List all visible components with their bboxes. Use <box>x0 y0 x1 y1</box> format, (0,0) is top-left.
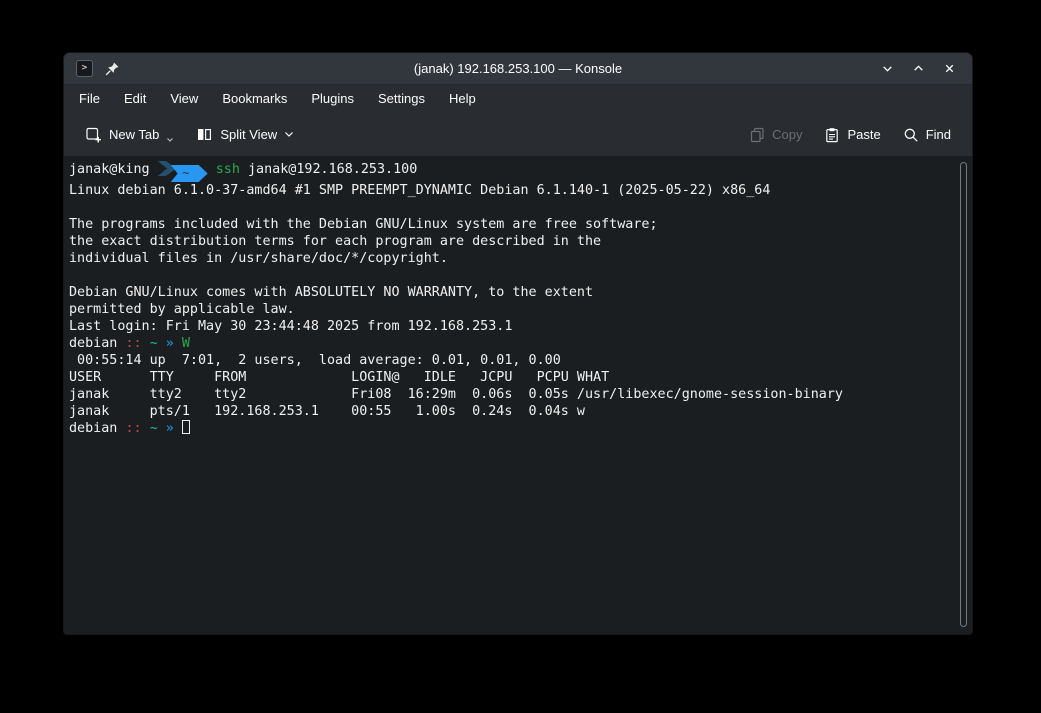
terminal-line: 00:55:14 up 7:01, 2 users, load average:… <box>69 352 954 369</box>
split-view-button[interactable]: Split View <box>189 120 301 149</box>
powerline-segment: ~ <box>171 165 208 182</box>
minimize-button[interactable] <box>876 58 898 80</box>
chevron-down-icon <box>166 137 174 143</box>
chevron-down-icon <box>284 131 294 138</box>
new-tab-label: New Tab <box>109 127 159 142</box>
menu-plugins[interactable]: Plugins <box>299 85 366 113</box>
terminal-line: Last login: Fri May 30 23:44:48 2025 fro… <box>69 318 954 335</box>
terminal-line: Linux debian 6.1.0-37-amd64 #1 SMP PREEM… <box>69 182 954 199</box>
terminal-line: the exact distribution terms for each pr… <box>69 233 954 250</box>
scrollbar-thumb[interactable] <box>960 162 967 627</box>
search-icon <box>903 127 919 143</box>
scrollbar[interactable] <box>959 160 969 629</box>
terminal-line: USER TTY FROM LOGIN@ IDLE JCPU PCPU WHAT <box>69 369 954 386</box>
terminal-line: individual files in /usr/share/doc/*/cop… <box>69 250 954 267</box>
terminal-line: permitted by applicable law. <box>69 301 954 318</box>
paste-icon <box>824 127 840 143</box>
paste-label: Paste <box>847 127 880 142</box>
menu-settings[interactable]: Settings <box>366 85 437 113</box>
paste-button[interactable]: Paste <box>817 121 887 149</box>
konsole-app-icon[interactable]: > <box>76 60 93 77</box>
terminal-line: janak pts/1 192.168.253.1 00:55 1.00s 0.… <box>69 403 954 420</box>
find-label: Find <box>926 127 951 142</box>
menubar: File Edit View Bookmarks Plugins Setting… <box>64 85 972 113</box>
copy-icon <box>749 127 765 143</box>
toolbar: New Tab Split View <box>64 113 972 157</box>
terminal-cursor <box>182 420 190 434</box>
copy-label: Copy <box>772 127 802 142</box>
new-tab-icon <box>85 126 102 143</box>
titlebar: > (janak) 192.168.253.100 — Konsole <box>64 53 972 85</box>
menu-view[interactable]: View <box>158 85 210 113</box>
menu-file[interactable]: File <box>67 85 112 113</box>
terminal-line: debian :: ~ » <box>69 420 954 437</box>
close-button[interactable] <box>938 58 960 80</box>
window-title: (janak) 192.168.253.100 — Konsole <box>64 61 972 76</box>
find-button[interactable]: Find <box>896 121 958 149</box>
terminal-line: The programs included with the Debian GN… <box>69 216 954 233</box>
copy-button[interactable]: Copy <box>742 121 809 149</box>
maximize-button[interactable] <box>907 58 929 80</box>
split-view-label: Split View <box>220 127 277 142</box>
terminal-line: Debian GNU/Linux comes with ABSOLUTELY N… <box>69 284 954 301</box>
menu-help[interactable]: Help <box>437 85 488 113</box>
split-view-icon <box>196 126 213 143</box>
terminal-line: janak@king ~ ssh janak@192.168.253.100 <box>69 161 954 182</box>
terminal-line: janak tty2 tty2 Fri08 16:29m 0.06s 0.05s… <box>69 386 954 403</box>
terminal-lines: janak@king ~ ssh janak@192.168.253.100Li… <box>69 161 954 437</box>
pin-icon[interactable] <box>105 61 120 76</box>
menu-bookmarks[interactable]: Bookmarks <box>210 85 299 113</box>
terminal-line <box>69 199 954 216</box>
menu-edit[interactable]: Edit <box>112 85 158 113</box>
terminal-line: debian :: ~ » W <box>69 335 954 352</box>
terminal-line <box>69 267 954 284</box>
konsole-window: > (janak) 192.168.253.100 — Konsole File… <box>63 52 973 635</box>
terminal-view[interactable]: janak@king ~ ssh janak@192.168.253.100Li… <box>64 157 972 634</box>
new-tab-button[interactable]: New Tab <box>78 120 181 149</box>
